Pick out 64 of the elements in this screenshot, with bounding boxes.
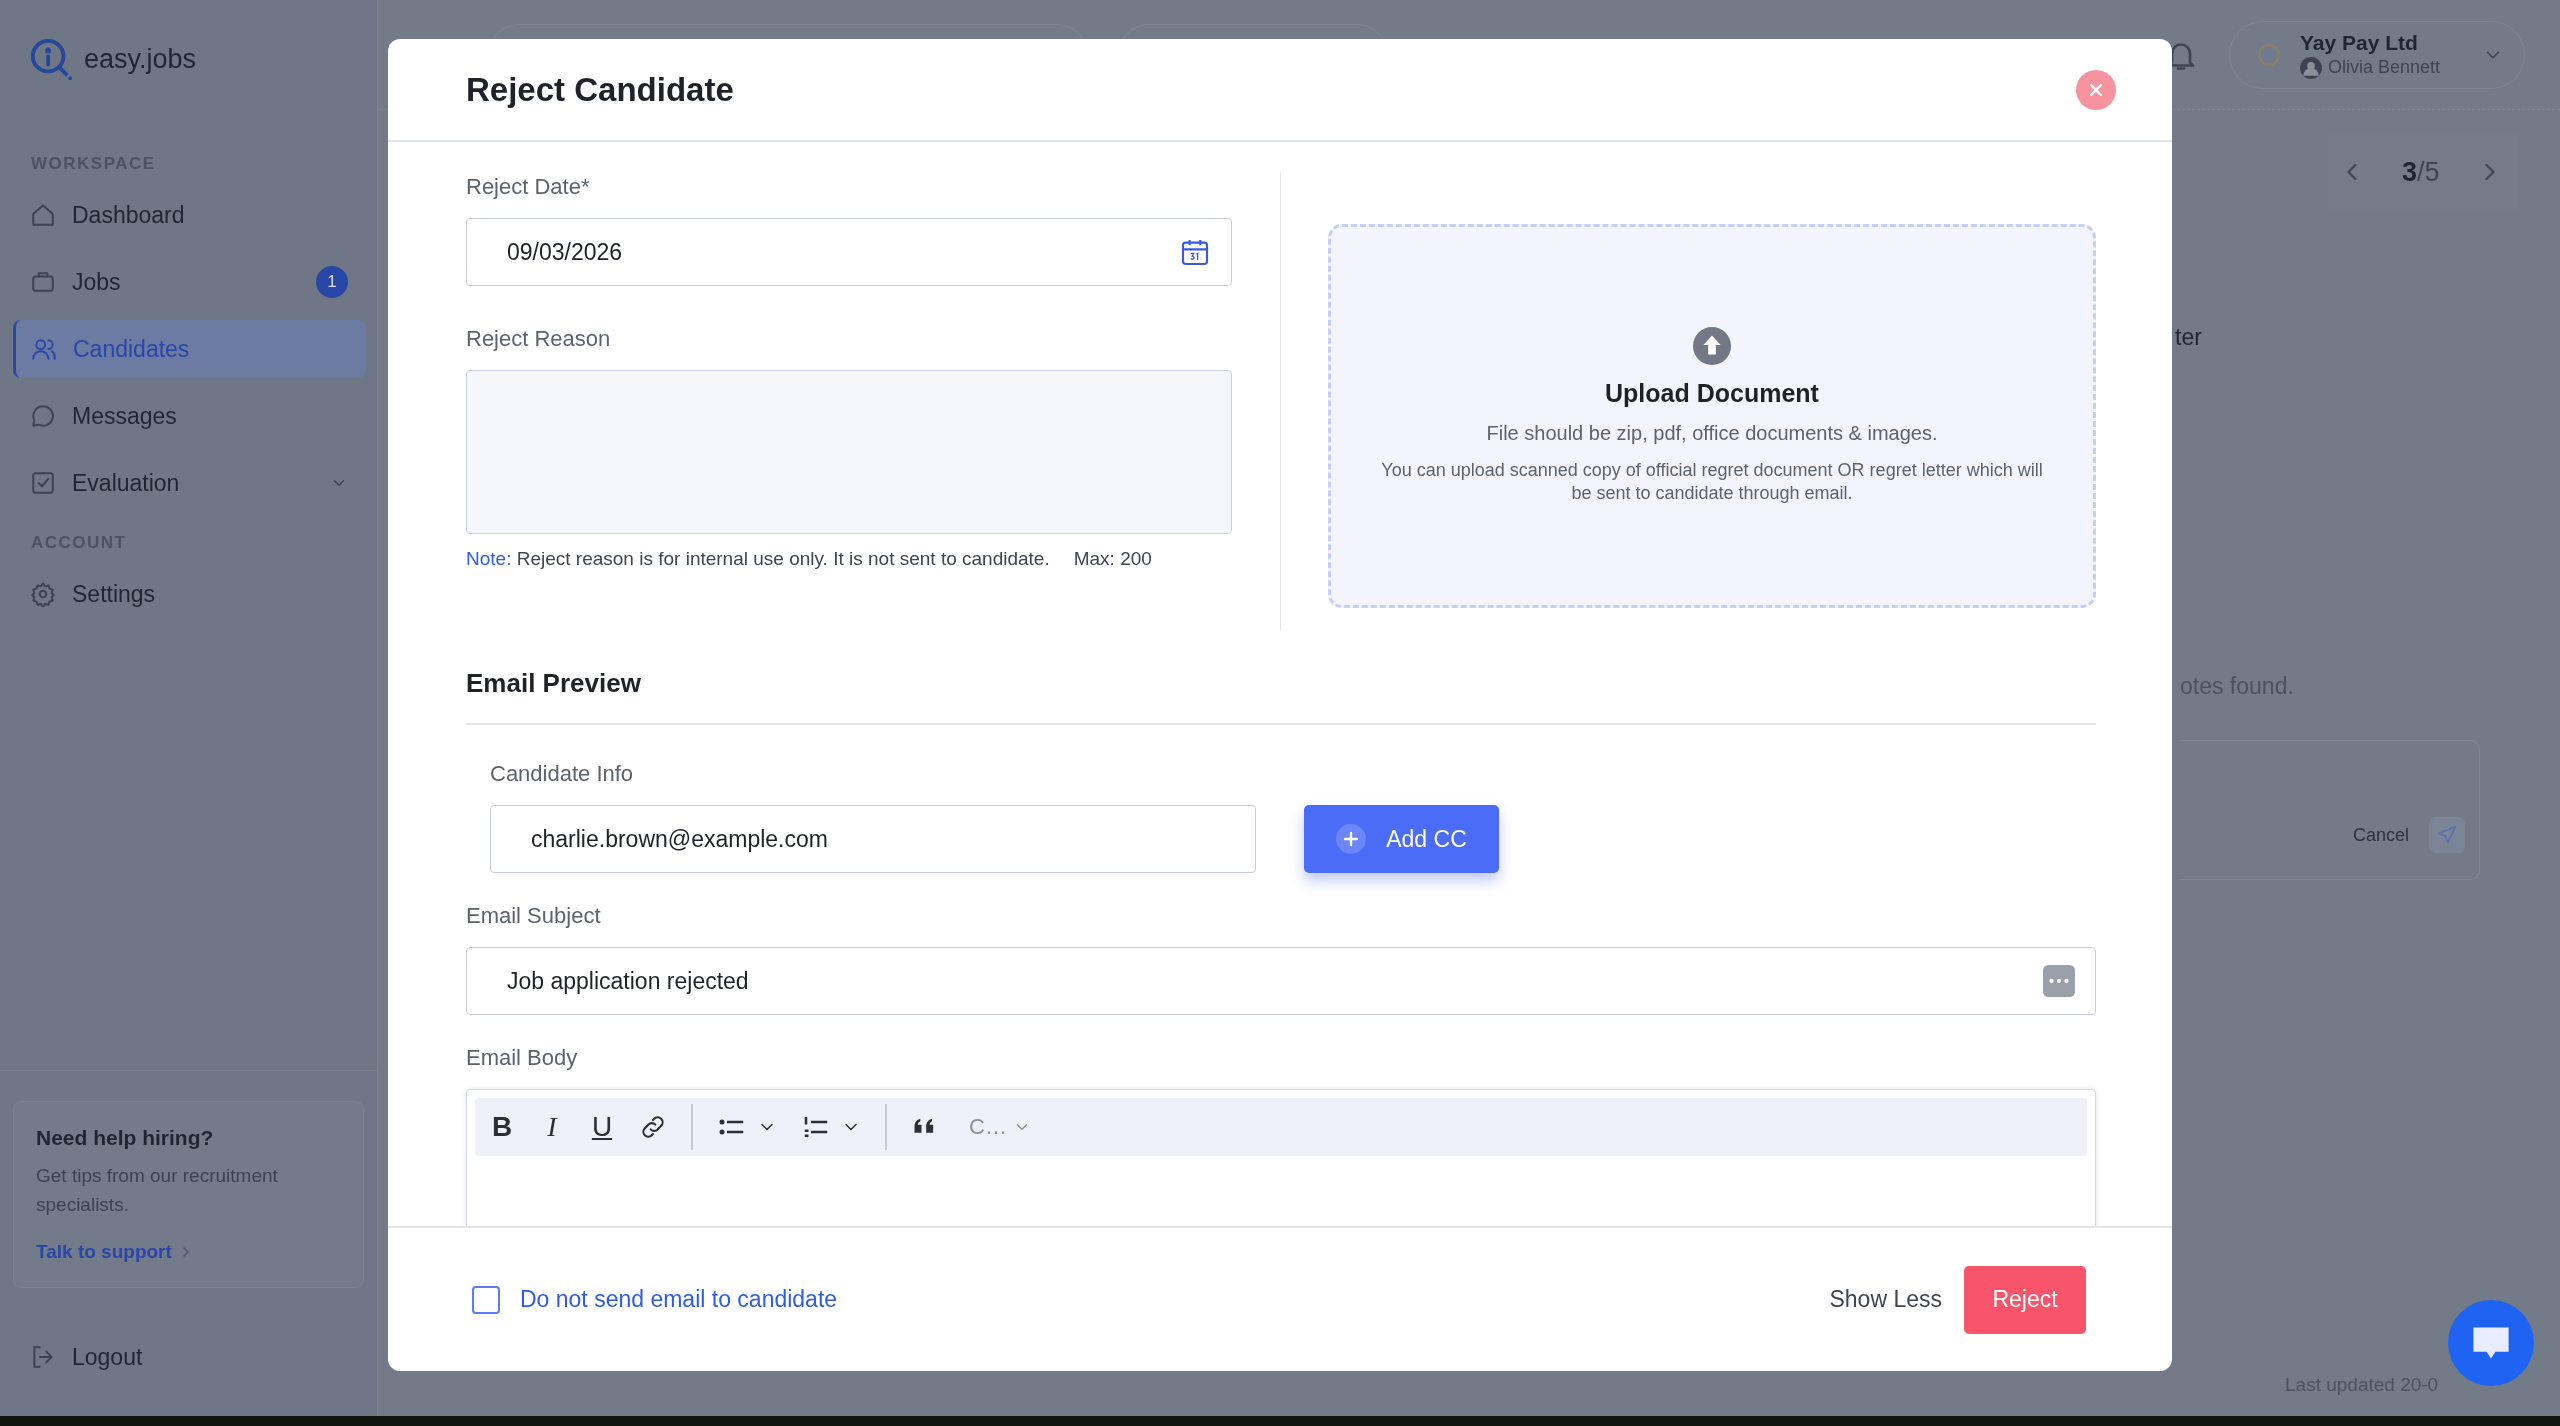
italic-button[interactable]: I (539, 1111, 565, 1143)
bold-button[interactable]: B (489, 1111, 515, 1143)
briefcase-icon (30, 269, 56, 295)
reject-button[interactable]: Reject (1964, 1265, 2086, 1334)
email-field[interactable]: charlie.brown@example.com (490, 805, 1256, 873)
logout-item[interactable]: Logout (0, 1328, 366, 1386)
send-icon (2436, 824, 2458, 846)
upload-dropzone[interactable]: Upload Document File should be zip, pdf, office documents & images. You can upload scanned copy of official regret document OR regret letter which will be sent to candidate through email. (1328, 224, 2096, 608)
avatar-icon (2300, 56, 2322, 79)
help-title: Need help hiring? (36, 1126, 215, 1150)
company-logo-icon (2256, 41, 2282, 68)
upload-title: Upload Document (1605, 378, 1819, 408)
nav-label: Candidates (73, 335, 191, 363)
subject-field[interactable]: Job application rejected (466, 947, 2096, 1015)
upload-description: You can upload scanned copy of official regret document OR regret letter which will be sent to candidate through email. (1380, 458, 2044, 505)
field-label: Reject Reason (466, 326, 612, 352)
chat-bubble-icon (30, 403, 56, 429)
email-body-editor[interactable]: B I U C… (466, 1089, 2096, 1226)
nav-label: Logout (72, 1343, 144, 1371)
field-label: Email Body (466, 1045, 579, 1071)
checklist-icon (30, 470, 56, 496)
nav-item[interactable]: Dashboard (0, 186, 366, 244)
more-icon (2043, 965, 2075, 997)
nav-item[interactable]: Jobs 1 (0, 253, 366, 311)
field-label: Reject Date* (466, 174, 591, 200)
plus-icon (1336, 824, 1367, 854)
reason-field[interactable] (466, 370, 1232, 534)
nav-label: Messages (72, 402, 178, 430)
field-label: Candidate Info (490, 761, 635, 787)
company-name: Yay Pay Ltd (2300, 30, 2419, 55)
logo-icon (28, 36, 74, 82)
show-less-button[interactable]: Show Less (1823, 1285, 1948, 1314)
date-field[interactable]: 09/03/2026 (466, 218, 1232, 286)
app-name: easy.jobs (84, 43, 197, 75)
dialog-title: Reject Candidate (466, 70, 734, 109)
nav-label: Dashboard (72, 201, 186, 229)
checkbox[interactable] (472, 1285, 500, 1314)
upload-hint: File should be zip, pdf, office documents & images. (1486, 421, 1938, 445)
partial-text: ter (2175, 324, 2203, 351)
send-button[interactable] (2429, 817, 2465, 853)
close-icon (2088, 81, 2104, 98)
nav-label: Jobs (72, 268, 122, 296)
nav-item[interactable]: Messages (0, 387, 366, 445)
page-count: 3/5 (2402, 156, 2440, 188)
nav-label: Settings (72, 580, 157, 608)
link-icon (639, 1113, 667, 1141)
underline-button[interactable]: U (589, 1111, 615, 1143)
max-length: Max: 200 (1073, 548, 1152, 570)
settings-icon (30, 581, 56, 607)
nav-item[interactable]: Evaluation (0, 454, 366, 512)
field-label: Email Subject (466, 903, 602, 929)
add-cc-button[interactable]: Add CC (1304, 805, 1499, 873)
help-text: Get tips from our recruitment specialists. (36, 1164, 279, 1217)
cancel-button[interactable]: Cancel (2352, 824, 2409, 846)
section-title: Email Preview (466, 668, 642, 699)
nav-item[interactable]: Settings (0, 565, 366, 623)
users-icon (31, 336, 57, 362)
count-badge: 1 (316, 266, 348, 298)
checkbox-label[interactable]: Do not send email to candidate (520, 1286, 838, 1313)
house-icon (30, 202, 56, 228)
nav-label: Evaluation (72, 469, 181, 497)
close-button[interactable] (2076, 69, 2116, 110)
note-text: Note: Reject reason is for internal use only. It is not sent to candidate. (466, 548, 1050, 570)
style-dropdown[interactable]: C… (963, 1113, 1037, 1141)
